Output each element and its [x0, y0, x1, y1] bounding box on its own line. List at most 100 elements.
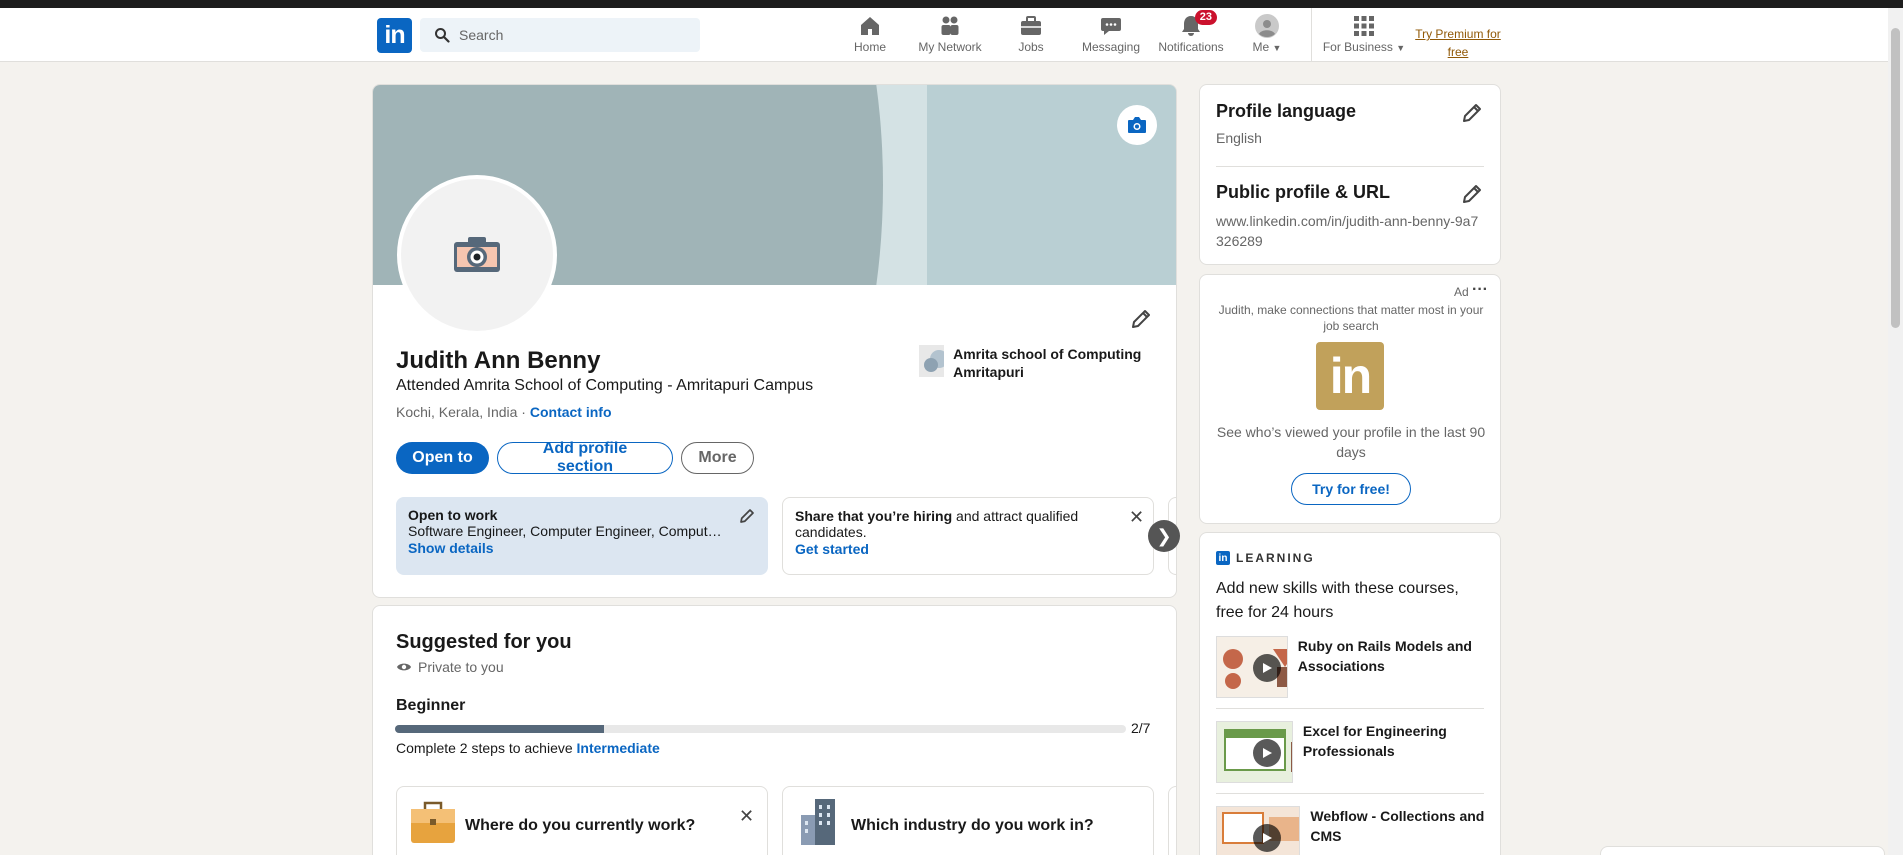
nav-notifications[interactable]: 23 Notifications — [1156, 10, 1226, 62]
get-started-link[interactable]: Get started — [795, 541, 1113, 557]
linkedin-logo[interactable]: in — [377, 18, 412, 53]
divider — [1216, 708, 1484, 709]
play-icon — [1253, 654, 1281, 682]
hiring-card[interactable]: Share that you’re hiring and attract qua… — [782, 497, 1154, 575]
open-to-work-card[interactable]: Open to work Software Engineer, Computer… — [396, 497, 768, 575]
profile-location: Kochi, Kerala, India — [396, 404, 518, 420]
chevron-right-icon: ❯ — [1156, 525, 1172, 546]
complete-steps-prefix: Complete 2 steps to achieve — [396, 740, 577, 756]
profile-language-title: Profile language — [1216, 101, 1357, 121]
page-scrollbar[interactable] — [1888, 8, 1903, 855]
messaging-overlay-peek[interactable] — [1600, 846, 1885, 855]
search-bar[interactable] — [420, 18, 700, 52]
nav-for-business-label: For Business ▼ — [1322, 40, 1406, 54]
eye-icon — [397, 663, 411, 671]
course-item[interactable]: Excel for Engineering Professionals — [1216, 721, 1486, 783]
open-to-work-roles: Software Engineer, Computer Engineer, Co… — [408, 523, 722, 539]
progress-count: 2/7 — [1131, 720, 1151, 736]
course-item[interactable]: Ruby on Rails Models and Associations — [1216, 636, 1486, 698]
divider — [1216, 793, 1484, 794]
carousel-next-button[interactable]: ❯ — [1148, 520, 1180, 552]
chevron-down-icon: ▼ — [1272, 43, 1282, 53]
linkedin-learning-icon: in — [1216, 551, 1230, 565]
profile-photo[interactable] — [397, 175, 557, 335]
briefcase-icon — [411, 801, 455, 843]
bell-icon: 23 — [1179, 10, 1217, 38]
public-url-value: www.linkedin.com/in/judith-ann-benny-9a7… — [1216, 213, 1479, 249]
course-item[interactable]: Webflow - Collections and CMS — [1216, 806, 1486, 855]
briefcase-icon — [1019, 14, 1043, 38]
more-options-icon[interactable]: ··· — [1472, 281, 1488, 299]
nav-home[interactable]: Home — [851, 14, 889, 62]
course-thumbnail — [1216, 721, 1293, 783]
nav-home-label: Home — [853, 40, 886, 54]
try-for-free-button[interactable]: Try for free! — [1291, 473, 1411, 505]
nav-notifications-label: Notifications — [1158, 40, 1224, 54]
nav-my-network[interactable]: My Network — [914, 14, 986, 62]
ad-card: Ad ··· Judith, make connections that mat… — [1199, 274, 1501, 524]
nav-messaging-label: Messaging — [1081, 40, 1141, 54]
learning-header: in LEARNING — [1216, 551, 1315, 565]
scrollbar-thumb[interactable] — [1891, 28, 1900, 328]
close-icon[interactable]: ✕ — [739, 807, 754, 825]
suggestion-title: Where do you currently work? — [465, 817, 696, 834]
edit-language-pencil-icon[interactable] — [1460, 101, 1484, 125]
suggested-title: Suggested for you — [396, 631, 572, 653]
course-title: Excel for Engineering Professionals — [1302, 723, 1447, 759]
camera-icon — [1128, 117, 1146, 133]
contact-info-link[interactable]: Contact info — [530, 404, 612, 420]
intermediate-link[interactable]: Intermediate — [577, 740, 660, 756]
suggestion-card[interactable]: Where do you currently work? ✕ — [396, 786, 768, 855]
profile-language-value: English — [1216, 130, 1262, 146]
profile-name: Judith Ann Benny — [396, 347, 601, 374]
grid-icon — [1352, 14, 1376, 38]
play-icon — [1253, 739, 1281, 767]
public-url-title: Public profile & URL — [1216, 182, 1391, 202]
profile-top-card: Judith Ann Benny Attended Amrita School … — [372, 84, 1177, 598]
more-button[interactable]: More — [681, 442, 754, 474]
nav-me[interactable]: Me ▼ — [1250, 14, 1284, 62]
complete-steps-text: Complete 2 steps to achieve Intermediate — [396, 740, 660, 756]
school-name: Amrita school of Computing Amritapuri — [953, 346, 1142, 380]
open-to-button[interactable]: Open to — [396, 442, 489, 474]
location-separator: · — [517, 404, 530, 420]
profile-headline: Attended Amrita School of Computing - Am… — [396, 377, 814, 394]
try-premium-link[interactable]: Try Premium for free — [1410, 25, 1506, 61]
course-title: Webflow - Collections and CMS — [1310, 808, 1485, 844]
nav-messaging[interactable]: Messaging — [1080, 14, 1142, 62]
learning-title: Add new skills with these courses, free … — [1216, 580, 1459, 621]
edit-cover-button[interactable] — [1117, 105, 1157, 145]
nav-me-label: Me ▼ — [1252, 40, 1282, 54]
education-link[interactable]: Amrita school of Computing Amritapuri — [919, 345, 1159, 381]
edit-url-pencil-icon[interactable] — [1460, 182, 1484, 206]
building-icon — [801, 799, 835, 845]
private-label: Private to you — [418, 659, 504, 675]
home-icon — [858, 14, 882, 38]
suggestion-card[interactable]: Which industry do you work in? — [782, 786, 1154, 855]
hiring-text: Share that you’re hiring and attract qua… — [795, 508, 1113, 540]
global-nav: in Home My Network Jobs Messaging 23 Not… — [0, 8, 1888, 62]
nav-jobs[interactable]: Jobs — [1017, 14, 1045, 62]
edit-intro-pencil-icon[interactable] — [1129, 307, 1153, 331]
profile-settings-card: Profile language English Public profile … — [1199, 84, 1501, 265]
ad-label: Ad — [1454, 285, 1469, 299]
search-input[interactable] — [459, 27, 679, 43]
profile-strength-bar — [395, 725, 1126, 733]
add-profile-section-button[interactable]: Add profile section — [497, 440, 673, 475]
nav-jobs-label: Jobs — [1018, 40, 1044, 54]
messaging-icon — [1099, 14, 1123, 38]
avatar-icon — [1255, 14, 1279, 38]
show-details-link[interactable]: Show details — [408, 540, 756, 556]
school-logo — [919, 345, 945, 377]
browser-top-strip — [0, 0, 1903, 8]
close-icon[interactable]: ✕ — [1129, 508, 1144, 526]
nav-divider — [1311, 8, 1312, 62]
profile-strength-fill — [395, 725, 604, 733]
hiring-bold-text: Share that you’re hiring — [795, 508, 953, 524]
linkedin-premium-logo: in — [1316, 342, 1384, 410]
edit-open-to-work-pencil-icon[interactable] — [738, 507, 756, 525]
course-title: Ruby on Rails Models and Associations — [1297, 638, 1472, 674]
nav-for-business[interactable]: For Business ▼ — [1322, 14, 1406, 62]
course-thumbnail — [1216, 806, 1301, 855]
divider — [1216, 166, 1484, 167]
